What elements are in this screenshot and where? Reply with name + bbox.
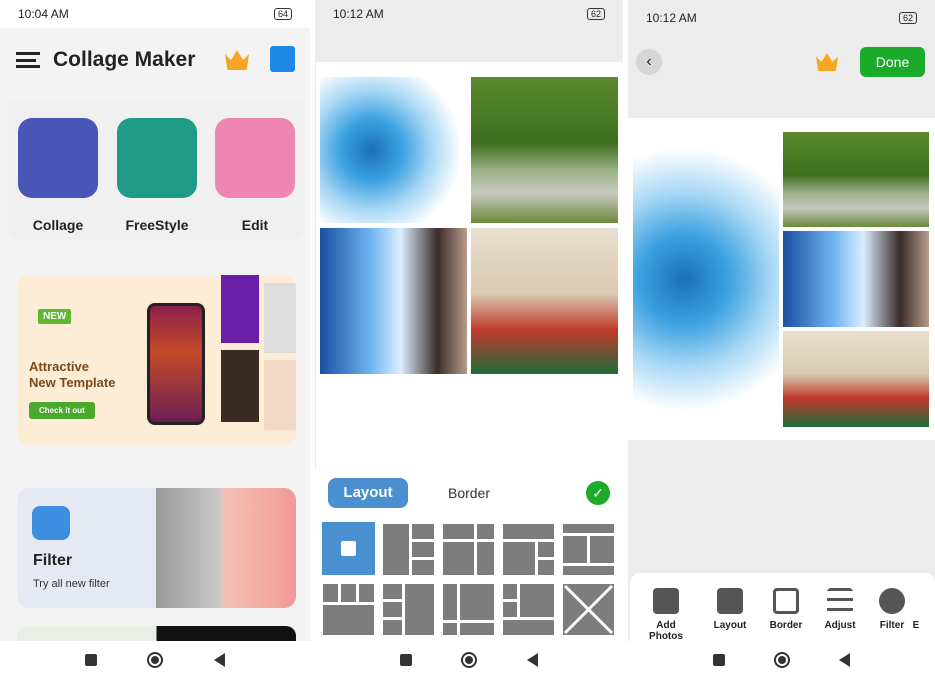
- shop-bag-icon[interactable]: [270, 46, 295, 72]
- tab-layout[interactable]: Layout: [328, 478, 408, 508]
- battery-level: 64: [273, 8, 292, 20]
- menu-button[interactable]: [16, 52, 40, 68]
- back-icon[interactable]: [527, 653, 539, 667]
- layout-option[interactable]: [503, 584, 554, 635]
- back-icon[interactable]: [213, 653, 225, 667]
- app-title: Collage Maker: [53, 48, 196, 71]
- add-photos-tool[interactable]: Add Photos: [638, 588, 694, 642]
- layout-editor-screen: 10:12 AM 62 Layout Border ✓: [315, 0, 623, 679]
- collage-label[interactable]: Collage: [8, 217, 108, 233]
- collage-cell[interactable]: [783, 132, 929, 227]
- check-circle-icon[interactable]: ✓: [586, 481, 610, 505]
- collage-cell[interactable]: [471, 77, 618, 223]
- recents-icon[interactable]: [85, 654, 98, 666]
- collage-cell[interactable]: [633, 132, 779, 427]
- home-icon[interactable]: [461, 652, 478, 668]
- banner-title-2: New Template: [29, 375, 116, 390]
- add-photo-icon: [653, 588, 679, 614]
- tool-label: Add Photos: [649, 620, 683, 642]
- collage-cell[interactable]: [471, 228, 618, 374]
- status-time: 10:12 AM: [646, 11, 697, 25]
- template-thumb: [221, 350, 259, 422]
- collage-cell[interactable]: [320, 228, 467, 374]
- collage-preview-screen: 10:12 AM 62 ‹ Done Add Photos Layout Bor…: [628, 0, 935, 679]
- layout-option[interactable]: [563, 524, 614, 575]
- more-tool[interactable]: E: [906, 620, 926, 631]
- filter-card-subtitle: Try all new filter: [33, 578, 110, 590]
- layout-option[interactable]: [443, 524, 494, 575]
- hamburger-icon: [16, 52, 40, 68]
- template-thumb: [221, 275, 259, 343]
- layout-tool[interactable]: Layout: [702, 588, 758, 631]
- border-icon: [773, 588, 799, 614]
- home-icon[interactable]: [147, 652, 164, 668]
- home-icon[interactable]: [773, 652, 790, 668]
- system-nav-bar: [315, 641, 623, 679]
- template-banner[interactable]: NEW Attractive New Template Check it out: [17, 275, 296, 445]
- tool-label: Border: [769, 620, 803, 631]
- battery-level: 62: [898, 12, 917, 24]
- collage-cell[interactable]: [320, 77, 467, 223]
- freestyle-label[interactable]: FreeStyle: [107, 217, 207, 233]
- filter-icon: [32, 506, 70, 540]
- collage-cell[interactable]: [783, 231, 929, 327]
- phone-mockup-image: [147, 303, 205, 425]
- status-bar: 10:04 AM 64: [0, 0, 310, 28]
- filter-card[interactable]: Filter Try all new filter: [17, 488, 296, 608]
- layout-option[interactable]: [443, 584, 494, 635]
- battery-level: 62: [586, 8, 605, 20]
- status-bar: 10:12 AM 62: [315, 0, 623, 28]
- layout-option-grid-selected[interactable]: [322, 522, 375, 575]
- collage-cell[interactable]: [783, 331, 929, 427]
- tab-border[interactable]: Border: [439, 485, 499, 501]
- system-nav-bar: [628, 641, 935, 679]
- done-button[interactable]: Done: [860, 47, 925, 77]
- collage-tile[interactable]: [18, 118, 98, 198]
- x-shape-icon: [563, 584, 614, 635]
- home-screen: 10:04 AM 64 Collage Maker Collage FreeSt…: [0, 0, 310, 679]
- filter-preview-image: [156, 488, 296, 608]
- crown-icon[interactable]: [225, 50, 249, 70]
- status-time: 10:12 AM: [333, 7, 384, 21]
- back-button[interactable]: ‹: [636, 49, 662, 75]
- layout-option[interactable]: [383, 584, 434, 635]
- border-tool[interactable]: Border: [758, 588, 814, 631]
- template-thumb: [264, 283, 296, 353]
- template-thumb: [264, 360, 296, 430]
- sliders-icon: [827, 588, 853, 614]
- edit-label[interactable]: Edit: [205, 217, 305, 233]
- new-badge: NEW: [38, 309, 72, 324]
- tool-label: Adjust: [824, 620, 856, 631]
- adjust-tool[interactable]: Adjust: [812, 588, 868, 631]
- layout-option[interactable]: [503, 524, 554, 575]
- layout-icon: [717, 588, 743, 614]
- filter-card-title: Filter: [33, 552, 73, 569]
- check-it-out-button[interactable]: Check it out: [29, 402, 95, 419]
- layout-option[interactable]: [323, 584, 374, 635]
- layout-option[interactable]: [383, 524, 434, 575]
- edit-tile[interactable]: [215, 118, 295, 198]
- layout-option-x[interactable]: [563, 584, 614, 635]
- status-time: 10:04 AM: [18, 7, 69, 21]
- crown-icon[interactable]: [816, 53, 838, 71]
- filter-icon: [879, 588, 905, 614]
- back-icon[interactable]: [839, 653, 851, 667]
- status-bar: 10:12 AM 62: [628, 4, 935, 32]
- recents-icon[interactable]: [399, 654, 412, 666]
- tool-label: Filter: [879, 620, 905, 631]
- freestyle-tile[interactable]: [117, 118, 197, 198]
- tool-label: E: [912, 620, 920, 631]
- system-nav-bar: [0, 641, 310, 679]
- tool-label: Layout: [713, 620, 747, 631]
- recents-icon[interactable]: [712, 654, 725, 666]
- banner-title-1: Attractive: [29, 359, 89, 374]
